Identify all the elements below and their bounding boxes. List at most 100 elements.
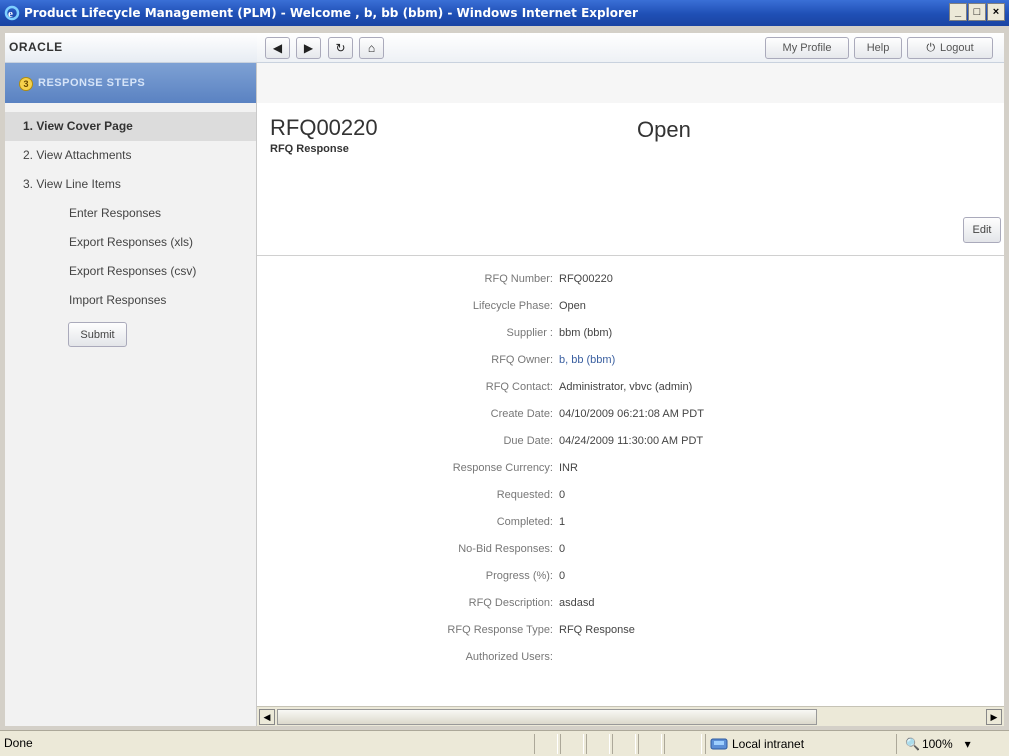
- content-top-strip: [257, 63, 1004, 103]
- field-label: RFQ Number:: [484, 273, 553, 285]
- status-panel: [534, 734, 558, 754]
- field-value: INR: [559, 462, 578, 474]
- field-label: Response Currency:: [452, 462, 553, 474]
- refresh-button[interactable]: ↻: [328, 37, 353, 59]
- window-controls: _ □ ×: [948, 3, 1005, 21]
- sidebar-item-enter-responses[interactable]: Enter Responses: [5, 199, 256, 228]
- lifecycle-status: Open: [637, 117, 691, 142]
- field-value: 0: [559, 570, 566, 582]
- field-row-rfq-contact: RFQ Contact: Administrator, vbvc (admin): [257, 381, 1004, 399]
- refresh-icon: ↻: [335, 41, 346, 55]
- home-button[interactable]: ⌂: [359, 37, 384, 59]
- field-label: No-Bid Responses:: [458, 543, 553, 555]
- status-panel: [612, 734, 636, 754]
- edit-button[interactable]: Edit: [963, 217, 1001, 243]
- sidebar-item-view-cover-page[interactable]: 1. View Cover Page: [5, 112, 256, 141]
- field-row-completed: Completed: 1: [257, 516, 1004, 534]
- security-zone-label: Local intranet: [732, 737, 805, 751]
- field-row-rfq-response-type: RFQ Response Type: RFQ Response: [257, 624, 1004, 642]
- svg-text:e: e: [8, 8, 13, 20]
- response-steps-header: 3 RESPONSE STEPS: [5, 63, 256, 103]
- home-icon: ⌂: [367, 41, 376, 55]
- field-row-create-date: Create Date: 04/10/2009 06:21:08 AM PDT: [257, 408, 1004, 426]
- steps-nav: 1. View Cover Page 2. View Attachments 3…: [5, 112, 256, 315]
- window-title: Product Lifecycle Management (PLM) - Wel…: [24, 6, 638, 20]
- zoom-control[interactable]: 🔍 100% ▾: [896, 734, 1006, 754]
- status-panel: [586, 734, 610, 754]
- maximize-button[interactable]: □: [968, 3, 986, 21]
- field-label: Supplier :: [506, 327, 553, 339]
- security-zone[interactable]: Local intranet: [705, 734, 893, 754]
- close-button[interactable]: ×: [987, 3, 1005, 21]
- sidebar-item-import-responses[interactable]: Import Responses: [5, 286, 256, 315]
- field-label: Lifecycle Phase:: [472, 300, 553, 312]
- chevron-down-icon: ▾: [964, 737, 971, 751]
- section-divider: [257, 255, 1004, 256]
- logout-button[interactable]: ⏻ Logout: [907, 37, 993, 59]
- field-value: Administrator, vbvc (admin): [559, 381, 693, 393]
- main-content: RFQ00220 RFQ Response Open Edit RFQ Numb…: [257, 63, 1004, 706]
- help-button[interactable]: Help: [854, 37, 902, 59]
- field-label: Progress (%):: [485, 570, 553, 582]
- top-toolbar: ◀ ▶ ↻ ⌂ My Profile Help ⏻ Logout: [257, 33, 1004, 63]
- field-row-authorized-users: Authorized Users:: [257, 651, 1004, 669]
- page-subtitle: RFQ Response: [270, 143, 349, 155]
- sidebar-item-view-line-items[interactable]: 3. View Line Items: [5, 170, 256, 199]
- zoom-icon: 🔍: [905, 737, 920, 751]
- submit-button[interactable]: Submit: [68, 322, 127, 347]
- response-steps-title: RESPONSE STEPS: [38, 77, 146, 89]
- field-row-rfq-owner: RFQ Owner: b, bb (bbm): [257, 354, 1004, 372]
- field-row-due-date: Due Date: 04/24/2009 11:30:00 AM PDT: [257, 435, 1004, 453]
- forward-arrow-icon: ▶: [303, 41, 314, 55]
- field-label: RFQ Response Type:: [447, 624, 553, 636]
- field-value: asdasd: [559, 597, 595, 609]
- scroll-right-button[interactable]: ▶: [986, 709, 1002, 725]
- field-label: RFQ Owner:: [491, 354, 553, 366]
- field-row-rfq-description: RFQ Description: asdasd: [257, 597, 1004, 615]
- field-label: Completed:: [496, 516, 553, 528]
- back-button[interactable]: ◀: [265, 37, 290, 59]
- field-label: RFQ Contact:: [485, 381, 553, 393]
- scroll-thumb[interactable]: [277, 709, 817, 725]
- window-border-right: [1004, 26, 1009, 730]
- field-row-progress: Progress (%): 0: [257, 570, 1004, 588]
- status-bar: Done Local intranet 🔍 100% ▾: [0, 730, 1009, 756]
- field-row-requested: Requested: 0: [257, 489, 1004, 507]
- field-row-response-currency: Response Currency: INR: [257, 462, 1004, 480]
- logout-label: Logout: [940, 42, 974, 54]
- field-row-no-bid-responses: No-Bid Responses: 0: [257, 543, 1004, 561]
- sidebar-item-export-xls[interactable]: Export Responses (xls): [5, 228, 256, 257]
- logo-bar: ORACLE: [5, 33, 257, 63]
- field-value: 0: [559, 543, 566, 555]
- field-value: bbm (bbm): [559, 327, 613, 339]
- sidebar-item-export-csv[interactable]: Export Responses (csv): [5, 257, 256, 286]
- status-panel: [638, 734, 662, 754]
- my-profile-button[interactable]: My Profile: [765, 37, 849, 59]
- field-value: Open: [559, 300, 586, 312]
- sidebar-item-view-attachments[interactable]: 2. View Attachments: [5, 141, 256, 170]
- oracle-logo: ORACLE: [9, 40, 63, 54]
- intranet-globe-icon: [710, 738, 728, 750]
- field-label: RFQ Description:: [468, 597, 553, 609]
- zoom-level: 100%: [921, 737, 953, 751]
- status-text: Done: [4, 736, 33, 750]
- field-row-rfq-number: RFQ Number: RFQ00220: [257, 273, 1004, 291]
- horizontal-scrollbar[interactable]: ◀ ▶: [257, 706, 1004, 726]
- field-label: Create Date:: [490, 408, 553, 420]
- status-panel: [664, 734, 702, 754]
- window-title-bar: e Product Lifecycle Management (PLM) - W…: [0, 0, 1009, 26]
- power-icon: ⏻: [926, 41, 936, 54]
- field-value: RFQ00220: [559, 273, 613, 285]
- back-arrow-icon: ◀: [272, 41, 283, 55]
- rfq-owner-link[interactable]: b, bb (bbm): [559, 354, 615, 366]
- page-title: RFQ00220: [270, 115, 378, 140]
- field-label: Due Date:: [503, 435, 553, 447]
- field-row-lifecycle-phase: Lifecycle Phase: Open: [257, 300, 1004, 318]
- field-value: 04/10/2009 06:21:08 AM PDT: [559, 408, 704, 420]
- scroll-left-button[interactable]: ◀: [259, 709, 275, 725]
- field-label: Authorized Users:: [465, 651, 553, 663]
- minimize-button[interactable]: _: [949, 3, 967, 21]
- forward-button[interactable]: ▶: [296, 37, 321, 59]
- field-value: 1: [559, 516, 566, 528]
- field-value: 0: [559, 489, 566, 501]
